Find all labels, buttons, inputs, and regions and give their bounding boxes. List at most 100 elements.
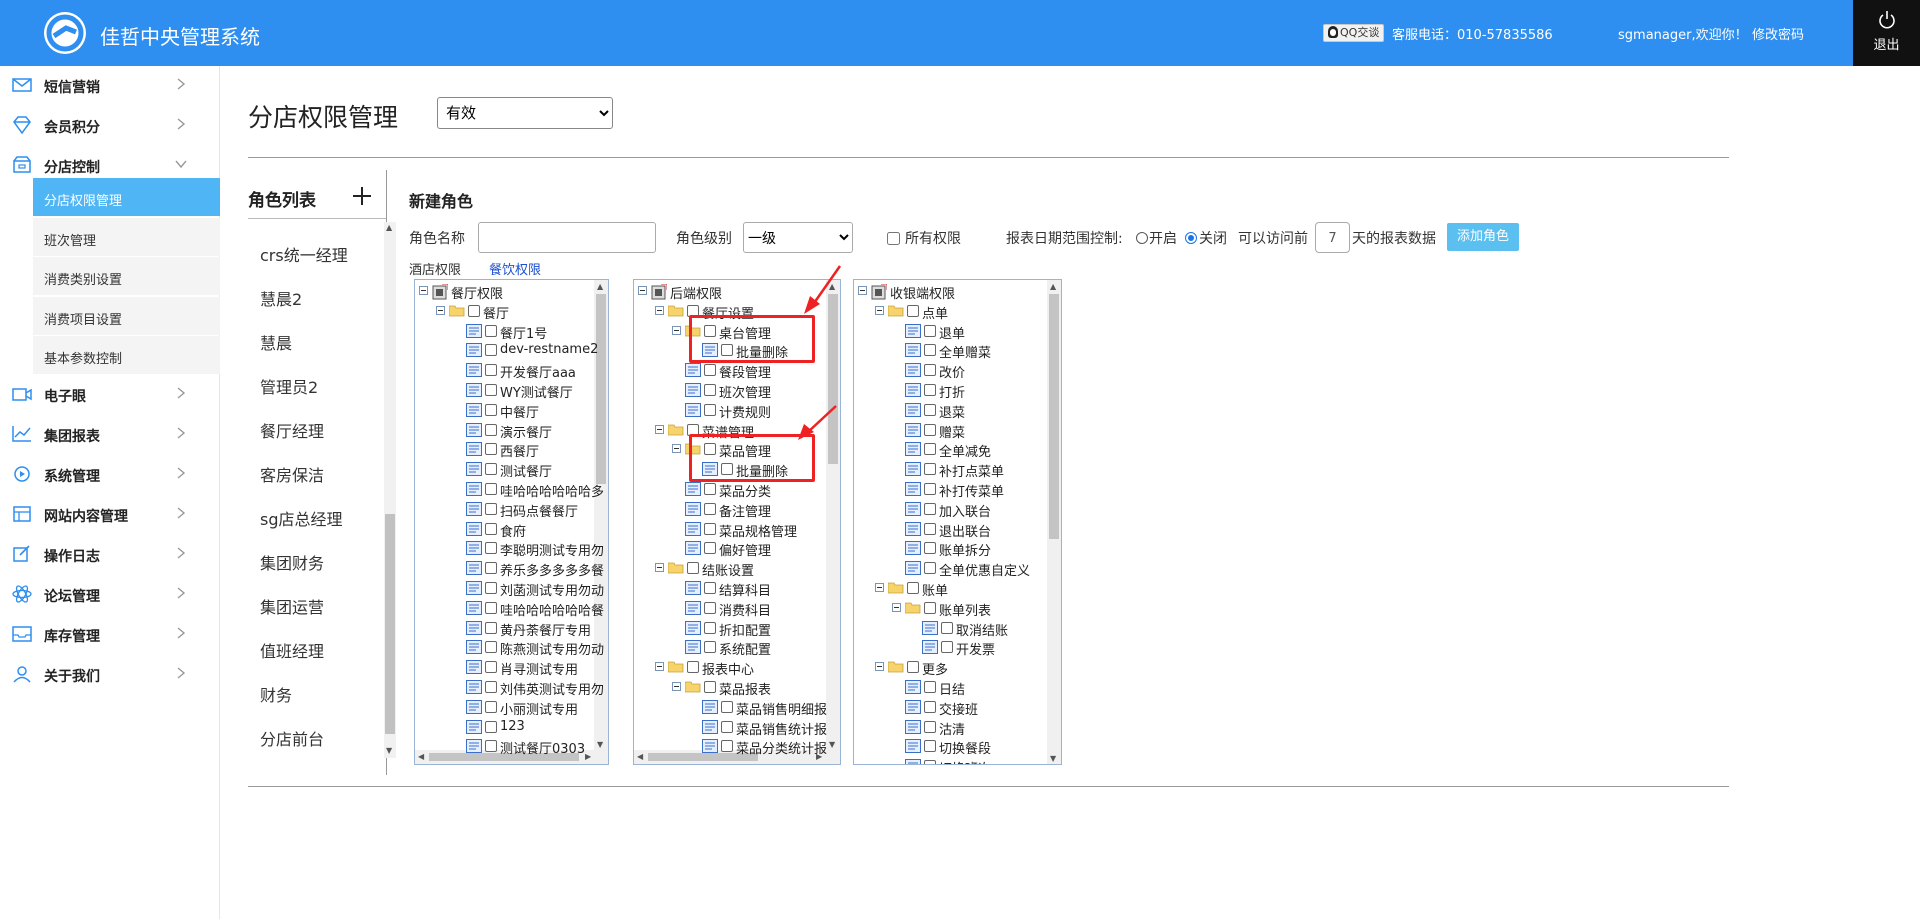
add-role-button[interactable]: 添加角色 [1447, 223, 1519, 251]
sidebar-sub-shift-management[interactable]: 班次管理 [33, 218, 220, 256]
permission-checkbox[interactable] [941, 621, 953, 634]
role-list-item[interactable]: sg店总经理 [260, 506, 343, 530]
permission-checkbox[interactable] [485, 423, 497, 436]
collapse-toggle-icon[interactable] [672, 444, 681, 454]
sidebar-sub-consumption-category[interactable]: 消费类别设置 [33, 257, 220, 295]
permission-checkbox[interactable] [468, 304, 480, 317]
permission-checkbox[interactable] [924, 443, 936, 456]
permission-checkbox[interactable] [485, 601, 497, 614]
permission-checkbox[interactable] [924, 403, 936, 416]
permission-checkbox[interactable] [907, 304, 919, 317]
permission-checkbox[interactable] [485, 384, 497, 396]
permission-checkbox[interactable] [687, 661, 699, 674]
permission-checkbox[interactable] [721, 740, 733, 753]
permission-checkbox[interactable] [924, 384, 936, 396]
sidebar-item-electronic-eye[interactable]: 电子眼 [0, 375, 220, 413]
scroll-left-arrow[interactable]: ◀ [637, 752, 643, 761]
permission-checkbox[interactable] [704, 582, 716, 594]
permission-checkbox[interactable] [704, 641, 716, 654]
role-list-item[interactable]: crs统一经理 [260, 242, 348, 266]
permission-checkbox[interactable] [704, 681, 716, 693]
permission-checkbox[interactable] [924, 740, 936, 753]
permission-checkbox[interactable] [924, 483, 936, 495]
collapse-toggle-icon[interactable] [638, 286, 647, 295]
role-list-item[interactable]: 慧晨2 [260, 286, 302, 310]
tree-vertical-scrollbar[interactable]: ▲ ▼ [1047, 280, 1061, 764]
restaurant-permission-tree[interactable]: ▲ ▼ ◀ ▶ 餐厅权限 餐厅 餐厅1号 dev-restname2 开发餐厅aaa WY测试… [414, 279, 609, 765]
scroll-thumb[interactable] [385, 514, 395, 734]
permission-checkbox[interactable] [485, 443, 497, 456]
permission-checkbox[interactable] [485, 344, 497, 357]
sidebar-item-inventory[interactable]: 库存管理 [0, 615, 220, 653]
permission-checkbox[interactable] [721, 700, 733, 713]
change-password-link[interactable]: 修改密码 [1752, 24, 1804, 43]
permission-checkbox[interactable] [941, 641, 953, 654]
date-control-open-radio[interactable] [1136, 232, 1148, 244]
scroll-down-arrow[interactable]: ▼ [1050, 754, 1056, 763]
permission-checkbox[interactable] [704, 542, 716, 555]
permission-checkbox[interactable] [924, 463, 936, 476]
sidebar-item-system-management[interactable]: 系统管理 [0, 455, 220, 493]
permission-checkbox[interactable] [704, 384, 716, 396]
cashier-permission-tree[interactable]: ▲ ▼ 收银端权限 点单 退单 全单赠菜 改价 打折 退菜 赠菜 全单减免 补打点菜单 补打传菜单 加入… [853, 279, 1062, 765]
role-list-item[interactable]: 慧晨 [260, 330, 292, 354]
permission-checkbox[interactable] [924, 601, 936, 614]
permission-checkbox[interactable] [485, 502, 497, 515]
scroll-down-arrow[interactable]: ▼ [829, 740, 835, 749]
permission-checkbox[interactable] [704, 601, 716, 614]
scroll-up-arrow[interactable]: ▲ [1050, 282, 1056, 291]
role-list-item[interactable]: 客房保洁 [260, 462, 324, 486]
all-permissions-checkbox[interactable] [887, 232, 900, 245]
scroll-left-arrow[interactable]: ◀ [418, 752, 424, 761]
permission-checkbox[interactable] [924, 502, 936, 515]
permission-checkbox[interactable] [924, 681, 936, 693]
role-level-select[interactable]: 一级 [743, 222, 853, 253]
role-list-scrollbar[interactable]: ▲ ▼ [384, 222, 396, 758]
permission-checkbox[interactable] [924, 324, 936, 337]
permission-checkbox[interactable] [924, 423, 936, 436]
sidebar-item-about-us[interactable]: 关于我们 [0, 655, 220, 693]
sidebar-item-sms[interactable]: 短信营销 [0, 66, 220, 104]
role-list-item[interactable]: 管理员2 [260, 374, 318, 398]
collapse-toggle-icon[interactable] [875, 583, 884, 592]
permission-checkbox[interactable] [704, 621, 716, 634]
scroll-down-arrow[interactable]: ▼ [597, 740, 603, 749]
role-list-item[interactable]: 财务 [260, 682, 292, 706]
permission-checkbox[interactable] [485, 483, 497, 495]
permission-checkbox[interactable] [687, 562, 699, 575]
scroll-thumb[interactable] [596, 294, 606, 484]
collapse-toggle-icon[interactable] [672, 325, 681, 335]
tab-hotel-permissions[interactable]: 酒店权限 [409, 259, 461, 278]
permission-checkbox[interactable] [485, 522, 497, 535]
sidebar-item-website-content[interactable]: 网站内容管理 [0, 495, 220, 533]
sidebar-item-forum-management[interactable]: 论坛管理 [0, 575, 220, 613]
permission-checkbox[interactable] [924, 562, 936, 575]
scroll-thumb[interactable] [1049, 294, 1059, 539]
permission-checkbox[interactable] [704, 364, 716, 377]
permission-checkbox[interactable] [485, 582, 497, 594]
collapse-toggle-icon[interactable] [858, 286, 867, 295]
role-list-item[interactable]: 分店前台 [260, 726, 324, 750]
permission-checkbox[interactable] [907, 582, 919, 594]
permission-checkbox[interactable] [704, 483, 716, 495]
role-list-item[interactable]: 餐厅经理 [260, 418, 324, 442]
role-list-item[interactable]: 集团运营 [260, 594, 324, 618]
tab-catering-permissions[interactable]: 餐饮权限 [489, 259, 541, 278]
collapse-toggle-icon[interactable] [436, 305, 445, 315]
collapse-toggle-icon[interactable] [419, 286, 428, 295]
permission-checkbox[interactable] [704, 403, 716, 416]
permission-checkbox[interactable] [907, 661, 919, 674]
sidebar-sub-basic-params[interactable]: 基本参数控制 [33, 336, 220, 374]
permission-checkbox[interactable] [485, 661, 497, 674]
tree-vertical-scrollbar[interactable]: ▲ ▼ [826, 280, 840, 752]
collapse-toggle-icon[interactable] [892, 602, 901, 612]
permission-checkbox[interactable] [924, 522, 936, 535]
scroll-down-arrow[interactable]: ▼ [386, 746, 392, 755]
permission-checkbox[interactable] [924, 760, 936, 764]
logout-button[interactable]: 退出 [1853, 0, 1920, 66]
permission-checkbox[interactable] [704, 522, 716, 535]
sidebar-sub-consumption-item[interactable]: 消费项目设置 [33, 297, 220, 335]
permission-checkbox[interactable] [721, 720, 733, 733]
permission-checkbox[interactable] [485, 542, 497, 555]
permission-checkbox[interactable] [704, 502, 716, 515]
